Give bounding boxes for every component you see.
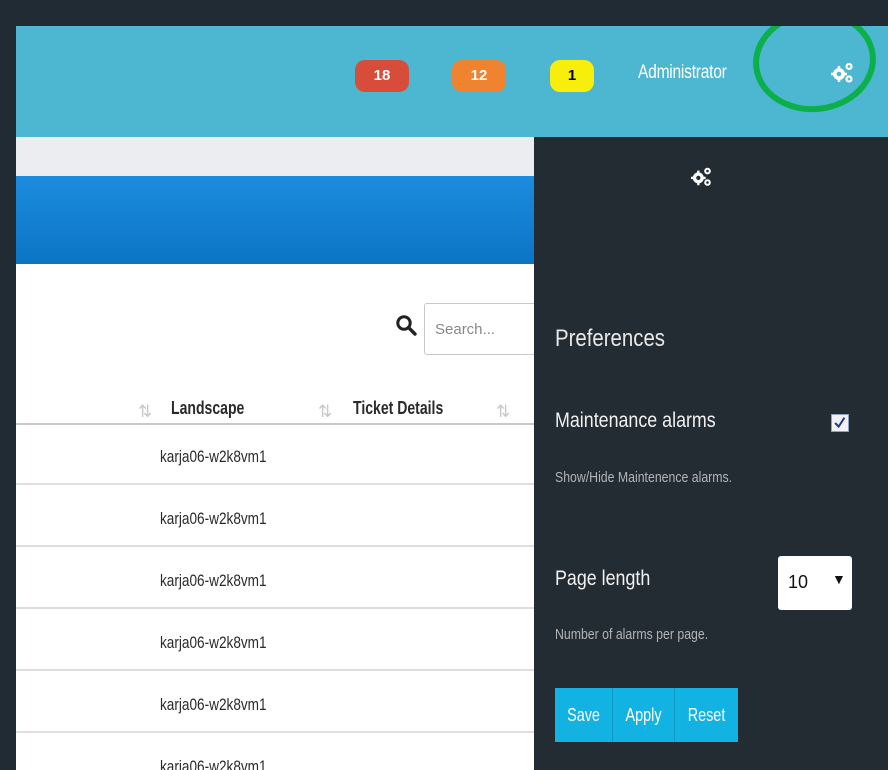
highlight-circle <box>748 26 881 119</box>
page-length-help: Number of alarms per page. <box>555 626 709 643</box>
table-row[interactable]: karja06-w2k8vm1 <box>16 611 534 671</box>
table-row[interactable]: karja06-w2k8vm1 <box>16 425 534 485</box>
landscape-cell: karja06-w2k8vm1 <box>160 509 267 528</box>
save-button[interactable]: Save <box>555 688 614 742</box>
maintenance-alarms-label: Maintenance alarms <box>555 409 716 432</box>
table-row[interactable]: karja06-w2k8vm1 <box>16 487 534 547</box>
checkmark-icon <box>834 417 846 429</box>
alarm-badge-major[interactable]: 12 <box>452 60 506 92</box>
column-header-landscape[interactable]: Landscape <box>171 398 244 419</box>
apply-button[interactable]: Apply <box>613 688 676 742</box>
table-row[interactable]: karja06-w2k8vm1 <box>16 673 534 733</box>
preferences-actions: Save Apply Reset <box>555 688 739 742</box>
sort-icon[interactable]: ⇅ <box>138 402 152 422</box>
landscape-cell: karja06-w2k8vm1 <box>160 447 267 466</box>
toolbar-strip <box>16 137 534 176</box>
maintenance-alarms-help: Show/Hide Maintenence alarms. <box>555 469 733 486</box>
gears-icon <box>691 167 711 186</box>
page-length-select[interactable]: 10 ▼ <box>778 556 852 610</box>
maintenance-alarms-checkbox[interactable] <box>831 414 849 432</box>
column-header-ticket-details[interactable]: Ticket Details <box>353 398 443 419</box>
preferences-panel: Preferences Maintenance alarms Show/Hide… <box>534 137 888 770</box>
search-icon <box>396 315 417 336</box>
table-header-bar <box>16 176 534 264</box>
app-frame: 18 12 1 Administrator ⇅ Lan <box>16 26 888 770</box>
sort-icon[interactable]: ⇅ <box>496 402 510 422</box>
table-row[interactable]: karja06-w2k8vm1 <box>16 735 534 770</box>
alarm-table: ⇅ Landscape ⇅ Ticket Details ⇅ karja06-w… <box>16 264 554 770</box>
landscape-cell: karja06-w2k8vm1 <box>160 633 267 652</box>
table-row[interactable]: karja06-w2k8vm1 <box>16 549 534 609</box>
dropdown-arrow-icon: ▼ <box>832 571 846 587</box>
user-menu[interactable]: Administrator <box>638 62 727 84</box>
page-length-value: 10 <box>788 572 809 592</box>
top-navbar: 18 12 1 Administrator <box>16 26 888 137</box>
page-length-label: Page length <box>555 567 651 590</box>
alarm-badge-critical[interactable]: 18 <box>355 60 409 92</box>
landscape-cell: karja06-w2k8vm1 <box>160 571 267 590</box>
sort-icon[interactable]: ⇅ <box>318 402 332 422</box>
landscape-cell: karja06-w2k8vm1 <box>160 757 267 770</box>
landscape-cell: karja06-w2k8vm1 <box>160 695 267 714</box>
alarm-badge-minor[interactable]: 1 <box>550 60 594 92</box>
preferences-title: Preferences <box>555 325 665 352</box>
reset-button[interactable]: Reset <box>675 688 739 742</box>
